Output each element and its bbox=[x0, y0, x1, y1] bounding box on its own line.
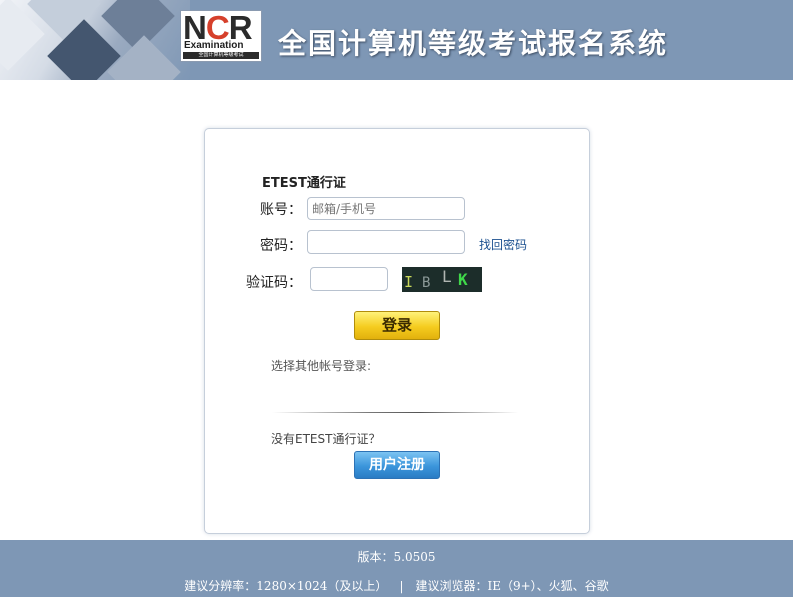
header-decoration bbox=[0, 0, 190, 80]
account-label: 账号： bbox=[260, 202, 302, 218]
logo-subtitle: Examination bbox=[184, 40, 244, 51]
logo-tagline: 全国计算机等级考试 bbox=[183, 52, 259, 59]
captcha-image[interactable]: I B L K bbox=[402, 267, 482, 292]
footer: 版本：5.0505 建议分辨率：1280×1024（及以上） | 建议浏览器：IE（… bbox=[0, 540, 793, 597]
captcha-char: L bbox=[442, 267, 452, 286]
browser-text: 建议浏览器：IE（9+）、火狐、谷歌 bbox=[415, 579, 609, 593]
account-input[interactable] bbox=[307, 197, 465, 220]
register-button[interactable]: 用户注册 bbox=[354, 451, 440, 479]
login-button[interactable]: 登录 bbox=[354, 311, 440, 340]
ncre-logo: NCR Examination 全国计算机等级考试 bbox=[180, 10, 262, 62]
section-title: ETEST通行证 bbox=[262, 176, 346, 191]
footer-separator: | bbox=[399, 579, 404, 593]
version-text: 版本：5.0505 bbox=[357, 550, 436, 564]
recommendation-text: 建议分辨率：1280×1024（及以上） | 建议浏览器：IE（9+）、火狐、谷歌 bbox=[0, 577, 793, 594]
header-banner: NCR Examination 全国计算机等级考试 全国计算机等级考试报名系统 bbox=[0, 0, 793, 80]
divider bbox=[272, 412, 518, 413]
password-label: 密码： bbox=[260, 238, 302, 254]
captcha-char: B bbox=[422, 275, 431, 291]
other-accounts-label: 选择其他帐号登录: bbox=[271, 359, 372, 373]
captcha-label: 验证码： bbox=[246, 275, 302, 291]
no-account-text: 没有ETEST通行证？ bbox=[271, 432, 381, 446]
resolution-text: 建议分辨率：1280×1024（及以上） bbox=[184, 579, 388, 593]
forgot-password-link[interactable]: 找回密码 bbox=[479, 236, 527, 253]
captcha-char: I bbox=[404, 273, 414, 291]
captcha-char: K bbox=[458, 270, 468, 289]
captcha-input[interactable] bbox=[310, 267, 388, 291]
system-title: 全国计算机等级考试报名系统 bbox=[278, 27, 669, 60]
password-input[interactable] bbox=[307, 230, 465, 254]
